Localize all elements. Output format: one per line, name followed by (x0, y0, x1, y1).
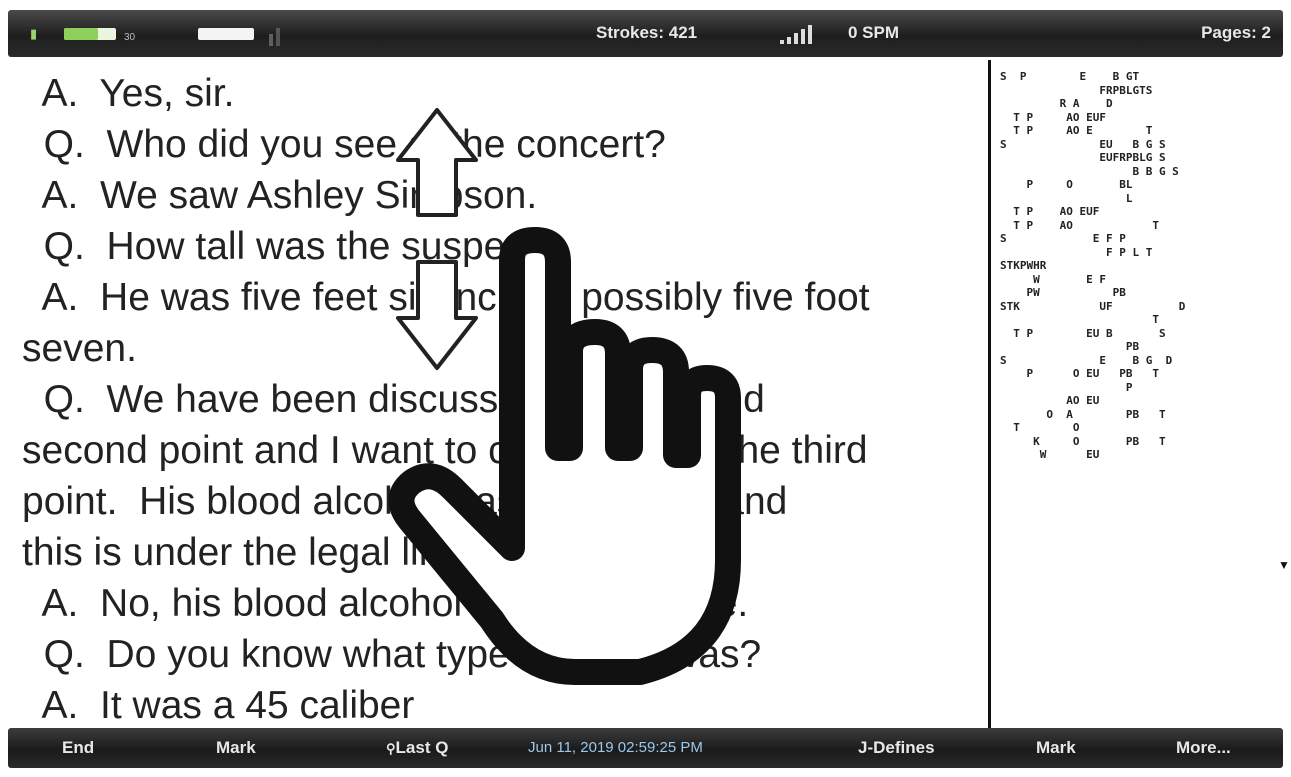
mark-button[interactable]: Mark (216, 738, 256, 758)
steno-line: T P AO EUF (1000, 205, 1100, 218)
steno-line: K O PB T (1000, 434, 1166, 448)
clock: Jun 11, 2019 02:59:25 PM (528, 739, 703, 756)
steno-line: T P EU B S (1000, 326, 1166, 340)
steno-line: R A D (1000, 97, 1113, 110)
transcript-line: Q. Who did you see at the concert? (22, 123, 666, 166)
transcript-pane[interactable]: A. Yes, sir. Q. Who did you see at the c… (22, 68, 988, 726)
transcript-line: A. No, his blood alcohol was point three… (22, 582, 749, 625)
transcript-line: A. Yes, sir. (22, 72, 235, 115)
last-q-label: Last Q (395, 738, 449, 757)
pane-divider[interactable] (988, 60, 991, 730)
search-icon: ⚲ (386, 741, 396, 756)
strokes-count: Strokes: 421 (596, 23, 698, 42)
strokes-per-minute: 0 SPM (848, 23, 900, 42)
steno-line: STK UF D (1000, 299, 1186, 313)
battery-icon: ▮ (30, 26, 38, 41)
transcript-line: point. His blood alcohol was point three… (22, 480, 788, 523)
mark-button-2[interactable]: Mark (1036, 738, 1076, 758)
steno-line: P O BL (1000, 178, 1133, 191)
j-defines-button[interactable]: J-Defines (858, 738, 935, 758)
transcript-line: Q. We have been discussing the first and (22, 378, 765, 421)
steno-line: S P E B GT (1000, 70, 1140, 83)
steno-line: F P L T (1000, 245, 1153, 259)
steno-line: P (1000, 380, 1133, 394)
transcript-line: this is under the legal limit? (22, 531, 493, 574)
transcript-line: A. It was a 45 caliber (22, 684, 415, 726)
transcript-line: second point and I want to continue with… (22, 429, 868, 472)
battery-label: 30 (124, 32, 136, 43)
transcript-line: Q. Do you know what type of gun it was? (22, 633, 762, 676)
steno-line: B B G S (1000, 164, 1179, 178)
steno-line: EUFRPBLG S (1000, 151, 1166, 164)
steno-line: PW PB (1000, 286, 1126, 299)
bottom-toolbar: End Mark ⚲Last Q Jun 11, 2019 02:59:25 P… (8, 728, 1283, 768)
transcript-line: seven. (22, 327, 137, 370)
transcript-line: Q. How tall was the suspect? (22, 225, 558, 268)
steno-line: S E F P (1000, 232, 1126, 245)
battery-level-bar-2 (198, 28, 254, 40)
steno-line: STKPWHR (1000, 259, 1047, 272)
status-bar: ▮ 30 Strokes: 421 0 SPM Pages: 2 (8, 10, 1283, 57)
steno-line: PB (1000, 340, 1140, 353)
steno-line: T O (1000, 421, 1080, 434)
steno-line: AO EU (1000, 394, 1100, 407)
steno-line: T P AO E T (1000, 124, 1153, 137)
steno-line: W EU (1000, 448, 1100, 461)
steno-line: P O EU PB T (1000, 367, 1159, 380)
steno-line: S EU B G S (1000, 137, 1166, 151)
wifi-icon (269, 28, 280, 46)
steno-line: L (1000, 191, 1133, 205)
steno-line: T P AO EUF (1000, 110, 1106, 124)
steno-notes-pane[interactable]: S P E B GT FRPBLGTS R A D T P AO EUF T P… (1000, 70, 1262, 726)
end-button[interactable]: End (62, 738, 94, 758)
page-count: Pages: 2 (1201, 23, 1271, 42)
scroll-down-icon[interactable]: ▼ (1278, 558, 1290, 572)
steno-line: O A PB T (1000, 407, 1166, 421)
transcript-line: A. He was five feet six inches, possibly… (22, 276, 870, 319)
steno-line: W E F (1000, 272, 1106, 286)
steno-line: T (1000, 313, 1159, 326)
steno-line: FRPBLGTS (1000, 83, 1153, 97)
steno-line: T P AO T (1000, 218, 1159, 232)
signal-bars-icon (780, 25, 812, 44)
more-button[interactable]: More... (1176, 738, 1231, 758)
battery-level-bar (64, 28, 116, 40)
steno-line: S E B G D (1000, 353, 1173, 367)
last-q-button[interactable]: ⚲Last Q (386, 738, 448, 758)
transcript-line: A. We saw Ashley Simpson. (22, 174, 538, 217)
